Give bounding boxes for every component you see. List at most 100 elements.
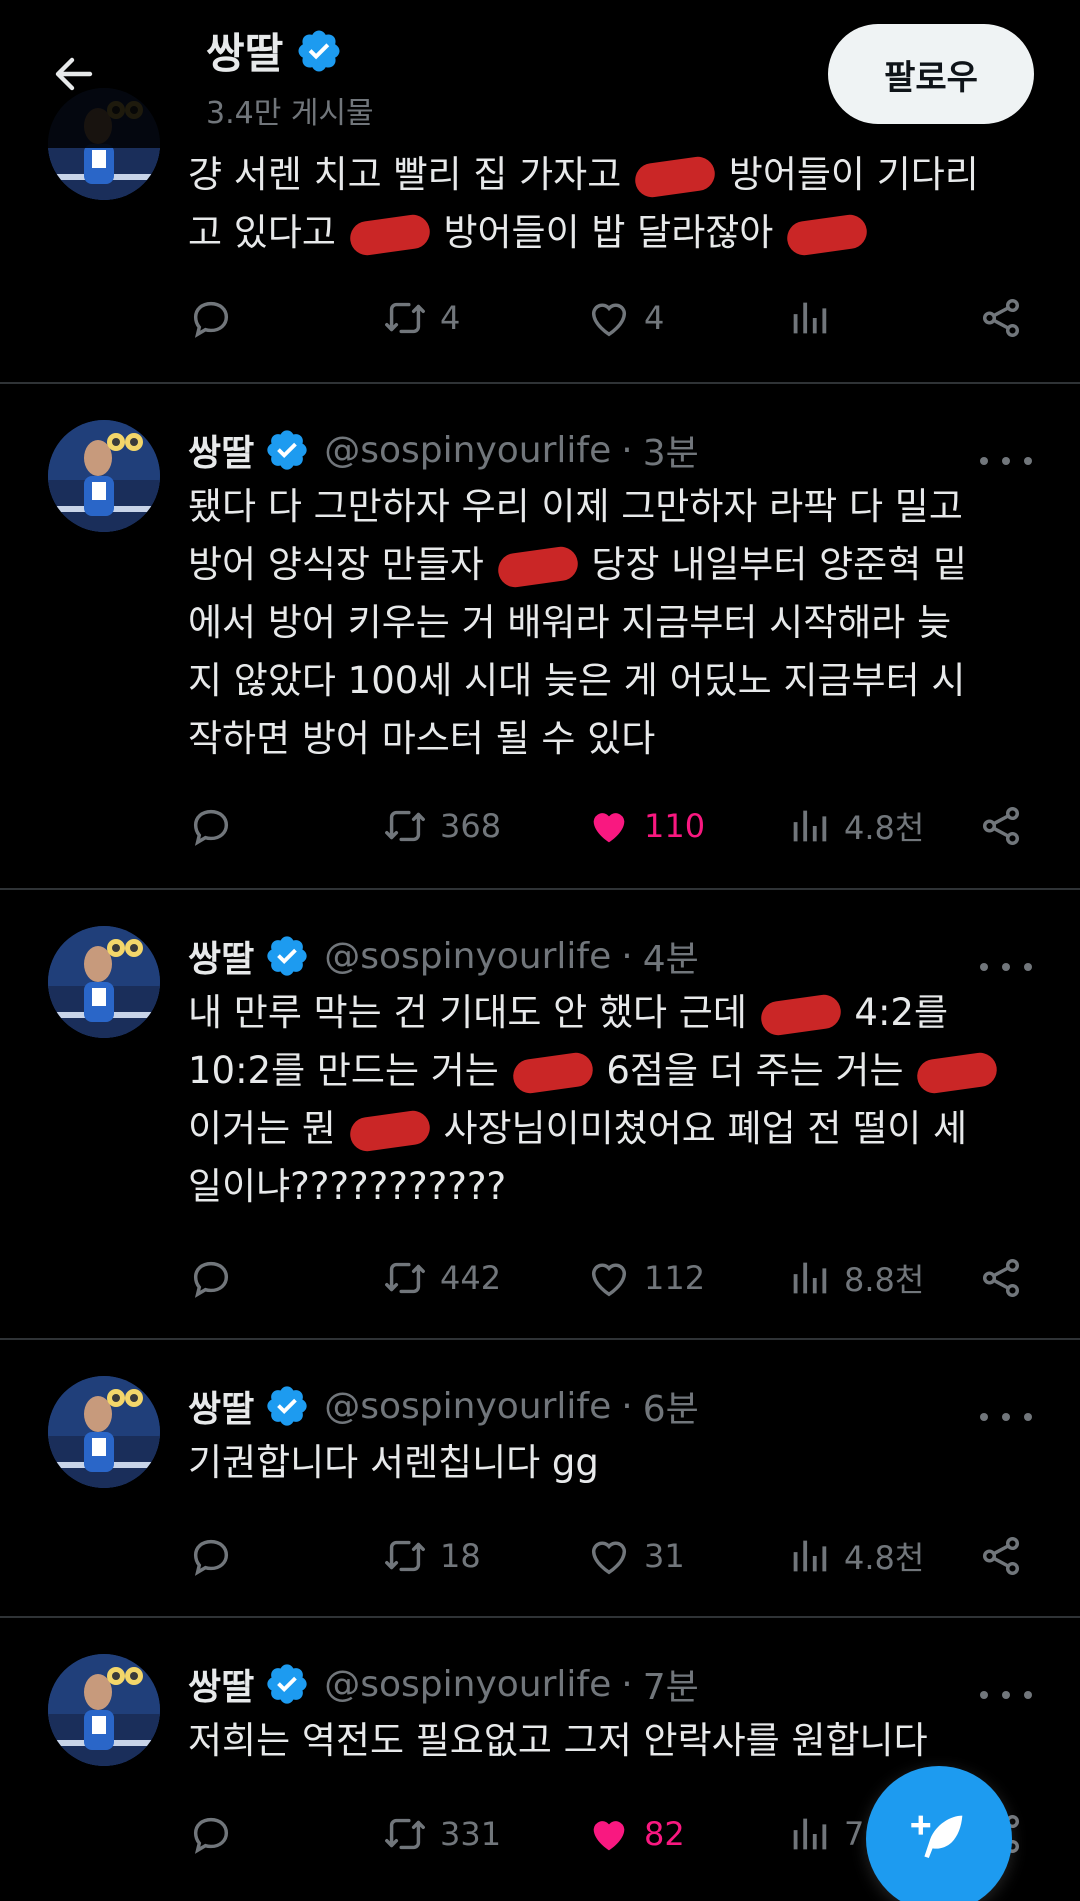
reply-button[interactable] [188, 1526, 234, 1586]
tweet-time[interactable]: 4분 [643, 930, 699, 982]
author-name[interactable]: 쌍딸 [188, 424, 254, 476]
reply-button[interactable] [188, 1248, 234, 1308]
author-name[interactable]: 쌍딸 [188, 930, 254, 982]
tweet-text: 걍 서렌 치고 빨리 집 가자고 방어들이 기다리 고 있다고 방어들이 밥 달… [188, 146, 1038, 262]
tweet-text: 기권합니다 서렌칩니다 gg [188, 1434, 1038, 1492]
post-count: 3.4만 게시물 [206, 96, 374, 131]
censor-scribble [347, 212, 432, 257]
profile-name: 쌍딸 [206, 29, 284, 78]
retweet-button[interactable]: 442 [382, 1248, 501, 1308]
tweet-time[interactable]: 3분 [643, 424, 699, 476]
tweet-2[interactable]: 쌍딸 @sospinyourlife · 4분 내 만루 막는 건 기대도 안 … [0, 890, 1080, 1338]
reply-icon [188, 803, 234, 849]
compose-icon [911, 1815, 963, 1858]
tweet-text: 저희는 역전도 필요없고 그저 안락사를 원합니다 [188, 1712, 1038, 1770]
censor-scribble [633, 154, 717, 199]
like-button[interactable]: 110 [586, 796, 705, 856]
share-button[interactable] [978, 796, 1024, 856]
profile-header: 쌍딸 3.4만 게시물 팔로우 [0, 0, 1080, 148]
more-icon[interactable] [980, 446, 1032, 476]
tweet-actions: 18 31 4.8천 [188, 1526, 1028, 1586]
tweet-3[interactable]: 쌍딸 @sospinyourlife · 6분 기권합니다 서렌칩니다 gg 1… [0, 1340, 1080, 1618]
follow-button[interactable]: 팔로우 [828, 24, 1034, 124]
tweet-line: 10:2를 만드는 거는 6점을 더 주는 거는 [188, 1042, 1038, 1100]
share-icon [978, 803, 1024, 849]
share-button[interactable] [978, 288, 1024, 348]
like-count: 112 [644, 1259, 706, 1297]
more-icon[interactable] [980, 952, 1032, 982]
author-name[interactable]: 쌍딸 [188, 1380, 254, 1432]
reply-button[interactable] [188, 288, 234, 348]
avatar[interactable] [48, 420, 160, 532]
retweet-count: 331 [440, 1815, 502, 1853]
views-button[interactable]: 8.8천 [786, 1248, 924, 1308]
reply-button[interactable] [188, 1804, 234, 1864]
views-button[interactable]: 4.8천 [786, 796, 924, 856]
tweet-line: 걍 서렌 치고 빨리 집 가자고 방어들이 기다리 [188, 146, 1038, 204]
reply-icon [188, 295, 234, 341]
back-button[interactable] [44, 44, 104, 104]
like-button[interactable]: 82 [586, 1804, 685, 1864]
tweet-1[interactable]: 쌍딸 @sospinyourlife · 3분 됐다 다 그만하자 우리 이제 … [0, 384, 1080, 890]
like-button[interactable]: 112 [586, 1248, 705, 1308]
tweet-line: 됐다 다 그만하자 우리 이제 그만하자 라팍 다 밀고 [188, 485, 963, 528]
author-handle[interactable]: @sospinyourlife [324, 1664, 611, 1705]
compose-button[interactable] [866, 1766, 1012, 1901]
reply-icon [188, 1533, 234, 1579]
censor-scribble [915, 1050, 1000, 1095]
views-icon [786, 803, 832, 849]
views-button[interactable]: 4.8천 [786, 1526, 924, 1586]
like-button[interactable]: 31 [586, 1526, 685, 1586]
avatar[interactable] [48, 926, 160, 1038]
more-icon[interactable] [980, 1402, 1032, 1432]
views-count: 4.8천 [844, 1539, 925, 1577]
retweet-count: 442 [440, 1259, 502, 1297]
like-count: 31 [644, 1537, 685, 1575]
retweet-count: 4 [440, 299, 461, 337]
share-button[interactable] [978, 1248, 1024, 1308]
views-icon [786, 1811, 832, 1857]
heart-icon [586, 1811, 632, 1857]
heart-icon [586, 1255, 632, 1301]
share-button[interactable] [978, 1526, 1024, 1586]
tweet-line: 고 있다고 방어들이 밥 달라잖아 [188, 204, 1038, 262]
retweet-button[interactable]: 368 [382, 796, 501, 856]
separator-dot: · [621, 1663, 633, 1705]
retweet-icon [382, 1533, 428, 1579]
tweet-time[interactable]: 6분 [643, 1380, 699, 1432]
author-handle[interactable]: @sospinyourlife [324, 936, 611, 977]
tweet-header: 쌍딸 @sospinyourlife · 7분 [188, 1658, 699, 1710]
retweet-button[interactable]: 4 [382, 288, 460, 348]
retweet-button[interactable]: 331 [382, 1804, 501, 1864]
censor-scribble [758, 992, 843, 1037]
heart-icon [586, 295, 632, 341]
reply-button[interactable] [188, 796, 234, 856]
separator-dot: · [621, 429, 633, 471]
tweet-header: 쌍딸 @sospinyourlife · 4분 [188, 930, 699, 982]
share-icon [978, 1255, 1024, 1301]
verified-badge-icon [264, 427, 310, 473]
retweet-icon [382, 295, 428, 341]
avatar[interactable] [48, 1376, 160, 1488]
like-count: 110 [644, 807, 706, 845]
author-handle[interactable]: @sospinyourlife [324, 430, 611, 471]
views-count: 4.8천 [844, 809, 925, 847]
views-button[interactable]: 7. [786, 1804, 875, 1864]
tweet-line: 지 않았다 100세 시대 늦은 게 어딨노 지금부터 시 [188, 659, 966, 702]
tweet-line: 저희는 역전도 필요없고 그저 안락사를 원합니다 [188, 1719, 928, 1762]
tweet-line: 이거는 뭔 사장님이미쳤어요 폐업 전 떨이 세 [188, 1100, 1038, 1158]
author-handle[interactable]: @sospinyourlife [324, 1386, 611, 1427]
like-count: 82 [644, 1815, 685, 1853]
avatar[interactable] [48, 1654, 160, 1766]
views-count: 8.8천 [844, 1261, 925, 1299]
views-button[interactable] [786, 288, 832, 348]
more-icon[interactable] [980, 1680, 1032, 1710]
retweet-button[interactable]: 18 [382, 1526, 481, 1586]
tweet-line: 방어 양식장 만들자 당장 내일부터 양준혁 밑 [188, 536, 1038, 594]
tweet-line: 작하면 방어 마스터 될 수 있다 [188, 717, 656, 760]
tweet-header: 쌍딸 @sospinyourlife · 6분 [188, 1380, 699, 1432]
like-button[interactable]: 4 [586, 288, 664, 348]
author-name[interactable]: 쌍딸 [188, 1658, 254, 1710]
tweet-text: 내 만루 막는 건 기대도 안 했다 근데 4:2를 10:2를 만드는 거는 … [188, 984, 1038, 1216]
tweet-time[interactable]: 7분 [643, 1658, 699, 1710]
